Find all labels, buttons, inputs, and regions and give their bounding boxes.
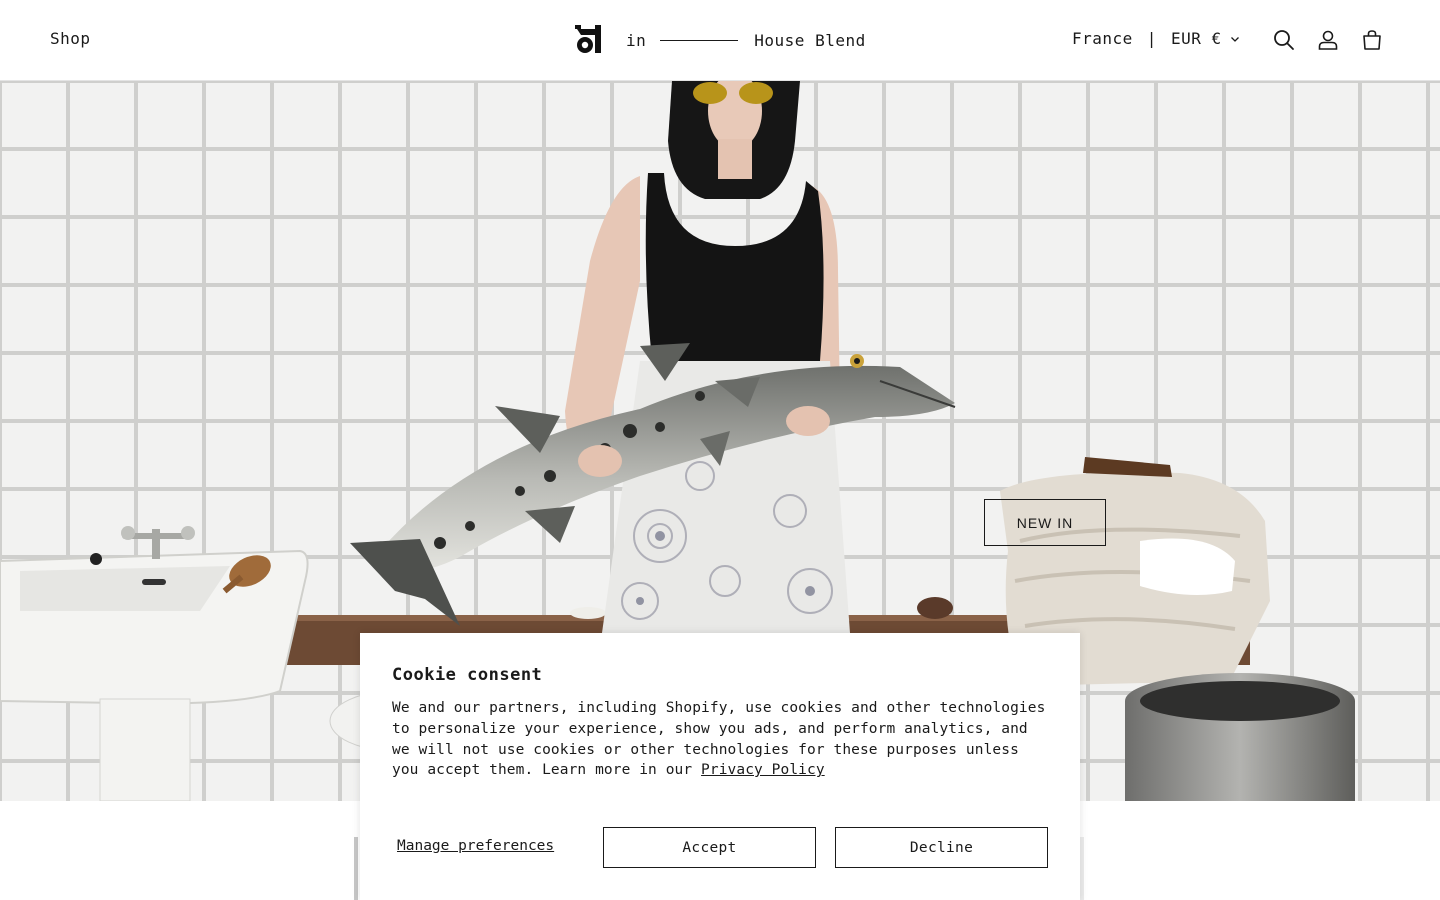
manage-preferences-link[interactable]: Manage preferences: [397, 838, 554, 854]
brand-logo-icon: [575, 25, 601, 53]
new-in-button[interactable]: NEW IN: [984, 499, 1106, 546]
privacy-policy-link[interactable]: Privacy Policy: [701, 762, 825, 778]
search-icon[interactable]: [1272, 28, 1296, 52]
cookie-consent-text: We and our partners, including Shopify, …: [392, 698, 1048, 781]
cart-icon[interactable]: [1360, 28, 1384, 52]
account-icon[interactable]: [1316, 28, 1340, 52]
brand-divider: [660, 39, 739, 41]
brand-in-text: in: [626, 30, 647, 50]
product-card-edge: [1080, 837, 1084, 900]
locale-selector[interactable]: France | EUR €: [1072, 29, 1240, 48]
product-card-edge: [354, 837, 358, 900]
brand-logo-link[interactable]: in House Blend: [573, 22, 866, 58]
brand-house-blend-text: House Blend: [754, 30, 866, 50]
chevron-down-icon: [1230, 36, 1239, 42]
decline-button[interactable]: Decline: [835, 827, 1048, 868]
cookie-consent-banner: Cookie consent We and our partners, incl…: [360, 633, 1080, 900]
currency-label: EUR €: [1170, 29, 1222, 48]
cookie-consent-title: Cookie consent: [392, 665, 543, 685]
country-label: France: [1072, 29, 1133, 48]
accept-button[interactable]: Accept: [603, 827, 816, 868]
site-header: Shop in House Blend France | EUR €: [0, 0, 1440, 81]
locale-separator: |: [1146, 29, 1157, 48]
cookie-actions: Manage preferences Accept Decline: [392, 827, 1048, 868]
nav-shop-link[interactable]: Shop: [50, 29, 91, 48]
